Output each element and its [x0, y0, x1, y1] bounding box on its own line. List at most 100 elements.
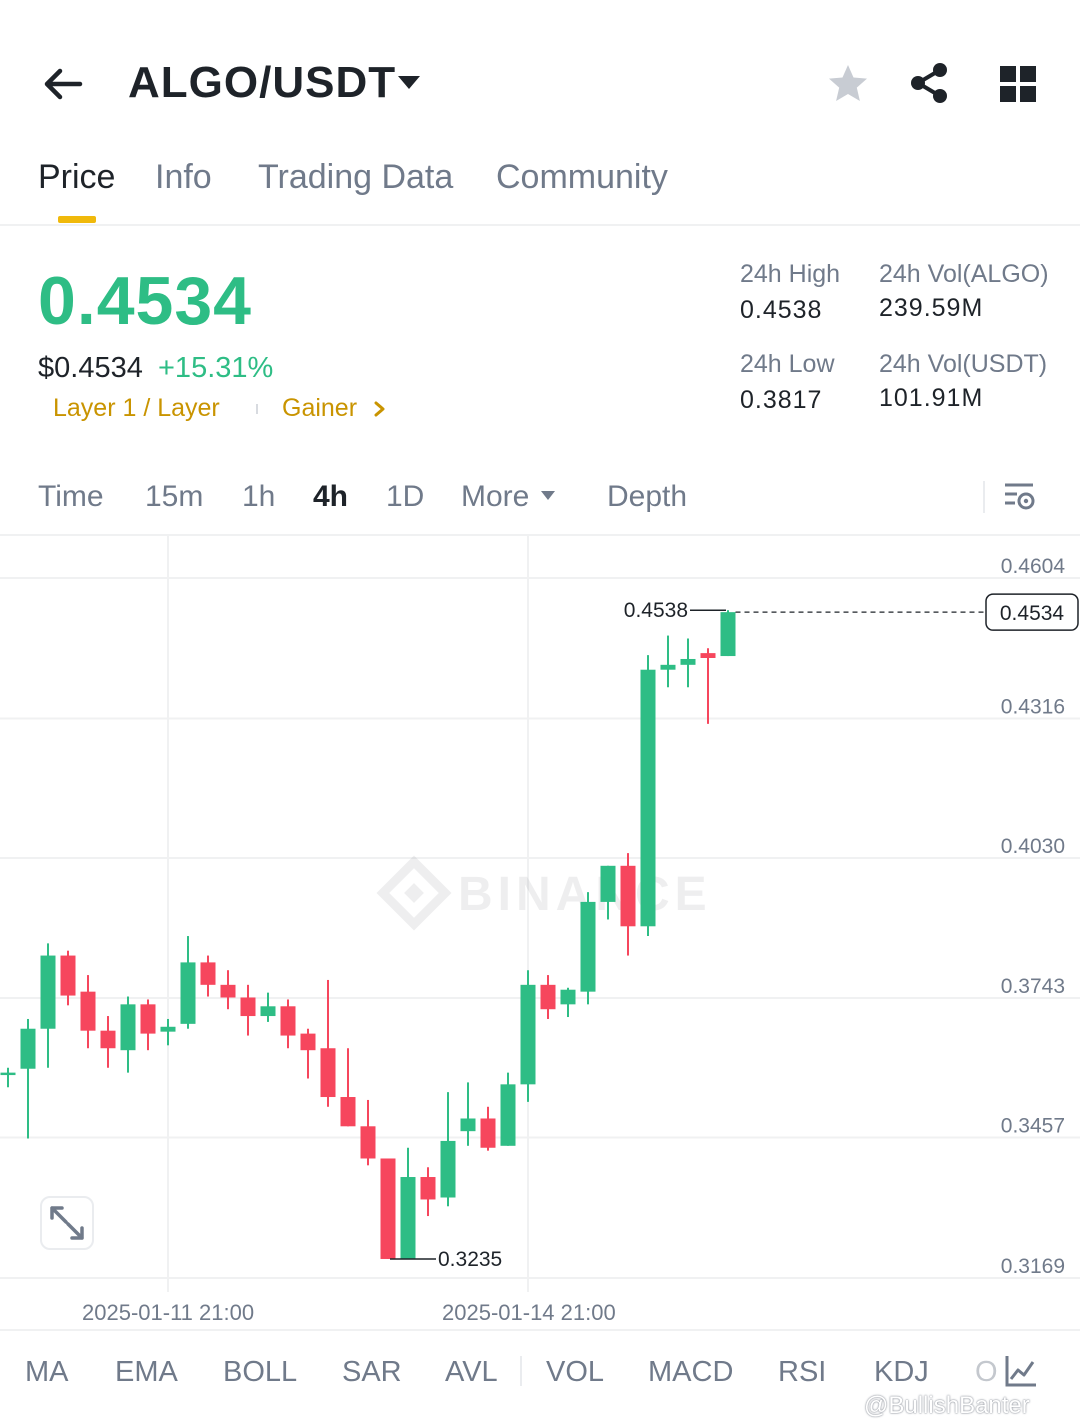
candle-body: [140, 1004, 156, 1034]
indicator-rsi[interactable]: RSI: [778, 1356, 826, 1389]
candle-body: [120, 1004, 136, 1051]
candle-body: [0, 1072, 16, 1076]
indicator-boll[interactable]: BOLL: [223, 1356, 297, 1389]
candle-body: [720, 612, 736, 657]
source-watermark: @BullishBanter: [864, 1392, 1030, 1419]
candle-body: [440, 1140, 456, 1198]
current-price-label: 0.4534: [1000, 602, 1065, 625]
chart-watermark: BINANCE: [376, 855, 707, 931]
candle-body: [280, 1006, 296, 1036]
expand-chart-button[interactable]: [40, 1196, 94, 1250]
tab-community[interactable]: Community: [496, 158, 668, 197]
low-marker-label: 0.3235: [438, 1248, 502, 1271]
stat-vol-base-value: 239.59M: [879, 294, 984, 322]
interval-1d[interactable]: 1D: [386, 480, 424, 514]
candle-body: [580, 901, 596, 992]
caret-down-icon[interactable]: [540, 490, 556, 502]
high-marker-label: 0.4538: [624, 599, 688, 622]
y-tick-label: 0.4604: [1001, 555, 1066, 578]
candle-body: [80, 991, 96, 1031]
arrow-left-icon[interactable]: [40, 62, 88, 106]
tag-separator: [256, 404, 258, 414]
candle-body: [240, 997, 256, 1017]
grid-icon[interactable]: [998, 64, 1038, 104]
candle-body: [180, 962, 196, 1024]
stat-high-label: 24h High: [740, 260, 841, 288]
candlestick-chart[interactable]: BINANCE 0.46040.43160.40300.37430.34570.…: [0, 536, 1080, 1292]
indicator-macd[interactable]: MACD: [648, 1356, 733, 1389]
candle-body: [480, 1118, 496, 1148]
y-tick-label: 0.4030: [1001, 835, 1065, 858]
candle-body: [60, 955, 76, 996]
candle-body: [260, 1006, 276, 1017]
tag-gainer[interactable]: Gainer: [282, 394, 357, 423]
stat-low-label: 24h Low: [740, 350, 835, 378]
active-tab-indicator: [58, 216, 96, 223]
y-tick-label: 0.4316: [1001, 695, 1065, 718]
star-icon[interactable]: [826, 62, 870, 106]
stat-vol-quote-label: 24h Vol(USDT): [879, 350, 1048, 378]
interval-more[interactable]: More: [461, 480, 529, 514]
share-icon[interactable]: [906, 60, 952, 106]
stat-low-value: 0.3817: [740, 386, 823, 414]
price-change-percent: +15.31%: [158, 352, 274, 384]
candle-body: [420, 1177, 436, 1200]
interval-4h[interactable]: 4h: [313, 480, 348, 514]
chevron-right-icon[interactable]: [372, 398, 388, 420]
candle-body: [680, 658, 696, 665]
candle-body: [360, 1126, 376, 1159]
candle-body: [320, 1048, 336, 1098]
indicator-obv-partial[interactable]: O: [975, 1356, 998, 1389]
interval-depth[interactable]: Depth: [607, 480, 687, 514]
candle-body: [200, 962, 216, 985]
y-tick-label: 0.3169: [1001, 1255, 1065, 1278]
candle-body: [220, 984, 236, 998]
candle-body: [340, 1097, 356, 1127]
indicator-ema[interactable]: EMA: [115, 1356, 178, 1389]
candle-body: [40, 955, 56, 1029]
interval-15m[interactable]: 15m: [145, 480, 203, 514]
indicator-chart-icon[interactable]: [1004, 1354, 1038, 1388]
candle-body: [660, 664, 676, 670]
indicator-sar[interactable]: SAR: [342, 1356, 402, 1389]
candle-body: [700, 653, 716, 658]
indicator-ma[interactable]: MA: [25, 1356, 69, 1389]
interval-1h[interactable]: 1h: [242, 480, 275, 514]
tab-trading-data[interactable]: Trading Data: [258, 158, 453, 197]
last-price: 0.4534: [38, 263, 252, 339]
tag-layer[interactable]: Layer 1 / Layer: [53, 394, 220, 423]
indicator-avl[interactable]: AVL: [445, 1356, 498, 1389]
candle-body: [20, 1028, 36, 1069]
tab-info[interactable]: Info: [155, 158, 212, 197]
stat-vol-quote-value: 101.91M: [879, 384, 984, 412]
candle-body: [500, 1084, 516, 1146]
candle-body: [620, 865, 636, 927]
tab-price[interactable]: Price: [38, 158, 115, 197]
candle-body: [640, 669, 656, 927]
indicator-vol[interactable]: VOL: [546, 1356, 604, 1389]
stat-vol-base-label: 24h Vol(ALGO): [879, 260, 1049, 288]
candle-body: [100, 1030, 116, 1049]
y-tick-label: 0.3457: [1001, 1115, 1065, 1138]
indicator-kdj[interactable]: KDJ: [874, 1356, 929, 1389]
candles: [0, 610, 736, 1259]
candle-body: [600, 865, 616, 902]
interval-separator: [983, 481, 985, 513]
chart-settings-icon[interactable]: [1002, 479, 1038, 515]
y-axis-ticks: 0.4604 0.4316 0.4030 0.3743 0.3457 0.3169: [1001, 555, 1066, 1278]
candle-body: [540, 984, 556, 1010]
price-markers: 0.4538 0.3235 0.4534: [390, 593, 1079, 1271]
caret-down-icon[interactable]: [396, 70, 422, 96]
candle-body: [520, 984, 536, 1085]
pair-title[interactable]: ALGO/USDT: [128, 58, 396, 108]
expand-icon: [50, 1206, 84, 1240]
candle-body: [560, 989, 576, 1005]
y-tick-label: 0.3743: [1001, 975, 1065, 998]
candle-body: [380, 1158, 396, 1259]
tab-divider: [0, 224, 1080, 226]
indicator-separator: [520, 1356, 522, 1386]
interval-time[interactable]: Time: [38, 480, 104, 514]
x-axis-label-2: 2025-01-14 21:00: [442, 1300, 616, 1325]
x-axis-label-1: 2025-01-11 21:00: [82, 1300, 255, 1325]
candle-body: [400, 1177, 416, 1259]
